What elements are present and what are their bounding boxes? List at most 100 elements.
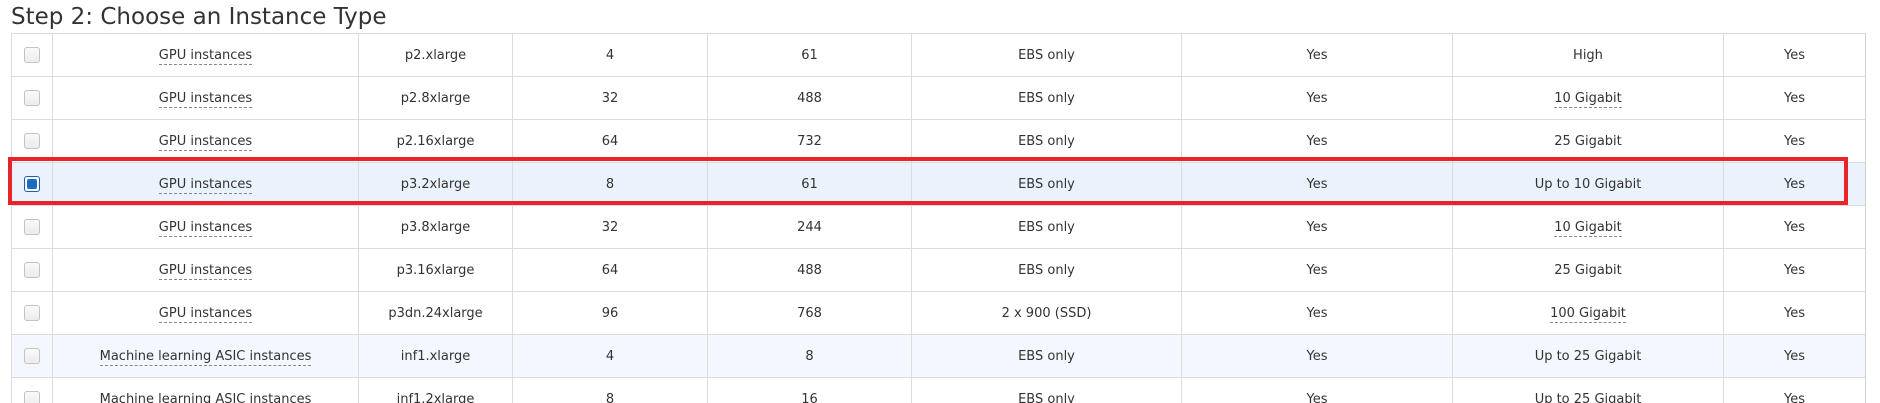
select-cell[interactable] (11, 76, 53, 120)
instance-family-link[interactable]: GPU instances (158, 47, 253, 65)
network-cell: 10 Gigabit (1452, 76, 1724, 120)
instance-type: p3.16xlarge (396, 262, 475, 278)
family-cell: GPU instances (52, 119, 359, 163)
memory-cell: 61 (707, 162, 912, 206)
storage-cell: EBS only (911, 33, 1182, 77)
table-row[interactable]: GPU instances p3dn.24xlarge 96 768 2 x 900 (… (11, 291, 1865, 335)
instance-type: inf1.2xlarge (396, 391, 475, 403)
ipv6-cell: Yes (1723, 334, 1865, 378)
row-checkbox[interactable] (24, 219, 40, 235)
instance-family-link[interactable]: GPU instances (158, 133, 253, 151)
select-cell[interactable] (11, 162, 53, 206)
type-cell: inf1.xlarge (358, 334, 513, 378)
instance-type: p2.16xlarge (396, 133, 475, 149)
type-cell: p3.2xlarge (358, 162, 513, 206)
ebs-optimized-cell: Yes (1181, 33, 1453, 77)
row-checkbox[interactable] (24, 47, 40, 63)
vcpus-value: 4 (605, 348, 615, 364)
memory-value: 768 (797, 305, 822, 321)
row-checkbox[interactable] (24, 176, 40, 192)
instance-family-link[interactable]: GPU instances (158, 219, 253, 237)
table-row[interactable]: GPU instances p2.xlarge 4 61 EBS only Yes High… (11, 33, 1865, 77)
select-cell[interactable] (11, 205, 53, 249)
type-cell: p3dn.24xlarge (358, 291, 513, 335)
ebs-optimized-value: Yes (1306, 305, 1328, 321)
storage-cell: EBS only (911, 119, 1182, 163)
type-cell: inf1.2xlarge (358, 377, 513, 403)
storage-value: EBS only (1018, 391, 1075, 403)
select-cell[interactable] (11, 119, 53, 163)
select-cell[interactable] (11, 33, 53, 77)
storage-value: EBS only (1018, 262, 1075, 278)
select-cell[interactable] (11, 377, 53, 403)
memory-cell: 488 (707, 76, 912, 120)
ipv6-support-value: Yes (1784, 219, 1805, 235)
table-row[interactable]: GPU instances p2.16xlarge 64 732 EBS only Yes… (11, 119, 1865, 163)
vcpus-value: 4 (605, 47, 615, 63)
ipv6-cell: Yes (1723, 76, 1865, 120)
vcpus-value: 8 (605, 391, 615, 403)
instance-family-link[interactable]: Machine learning ASIC instances (99, 348, 312, 366)
ebs-optimized-value: Yes (1306, 47, 1328, 63)
family-cell: GPU instances (52, 248, 359, 292)
row-checkbox[interactable] (24, 262, 40, 278)
ebs-optimized-value: Yes (1306, 219, 1328, 235)
select-cell[interactable] (11, 291, 53, 335)
memory-value: 244 (797, 219, 822, 235)
instance-type: p3.8xlarge (400, 219, 471, 235)
vcpus-value: 8 (605, 176, 615, 192)
instance-type-table-container[interactable]: GPU instances p2.xlarge 4 61 EBS only Yes High… (11, 33, 1865, 403)
vcpus-cell: 4 (512, 334, 708, 378)
network-performance-value: 25 Gigabit (1554, 262, 1622, 278)
ipv6-cell: Yes (1723, 291, 1865, 335)
table-row[interactable]: GPU instances p2.8xlarge 32 488 EBS only Yes 1… (11, 76, 1865, 120)
table-row[interactable]: Machine learning ASIC instances inf1.2xla… (11, 377, 1865, 403)
vcpus-cell: 64 (512, 248, 708, 292)
row-checkbox[interactable] (24, 90, 40, 106)
network-performance-value[interactable]: 100 Gigabit (1550, 305, 1626, 323)
instance-family-link[interactable]: GPU instances (158, 176, 253, 194)
network-performance-value[interactable]: 10 Gigabit (1554, 219, 1622, 237)
ebs-optimized-value: Yes (1306, 133, 1328, 149)
ebs-optimized-value: Yes (1306, 176, 1328, 192)
select-cell[interactable] (11, 248, 53, 292)
family-cell: GPU instances (52, 291, 359, 335)
storage-cell: EBS only (911, 377, 1182, 403)
instance-type: inf1.xlarge (400, 348, 471, 364)
ebs-optimized-cell: Yes (1181, 248, 1453, 292)
row-checkbox[interactable] (24, 348, 40, 364)
row-checkbox[interactable] (24, 305, 40, 321)
row-checkbox[interactable] (24, 133, 40, 149)
instance-family-link[interactable]: GPU instances (158, 90, 253, 108)
memory-value: 16 (801, 391, 818, 403)
type-cell: p2.16xlarge (358, 119, 513, 163)
network-cell: 100 Gigabit (1452, 291, 1724, 335)
instance-family-link[interactable]: Machine learning ASIC instances (99, 391, 312, 403)
ipv6-support-value: Yes (1784, 348, 1805, 364)
ipv6-support-value: Yes (1784, 176, 1805, 192)
type-cell: p2.xlarge (358, 33, 513, 77)
table-row[interactable]: GPU instances p3.8xlarge 32 244 EBS only Yes 1… (11, 205, 1865, 249)
memory-cell: 61 (707, 33, 912, 77)
type-cell: p3.8xlarge (358, 205, 513, 249)
memory-cell: 768 (707, 291, 912, 335)
instance-family-link[interactable]: GPU instances (158, 262, 253, 280)
memory-cell: 732 (707, 119, 912, 163)
table-row[interactable]: GPU instances p3.2xlarge 8 61 EBS only Yes Up … (11, 162, 1865, 206)
ipv6-support-value: Yes (1784, 47, 1805, 63)
instance-family-link[interactable]: GPU instances (158, 305, 253, 323)
row-checkbox[interactable] (24, 391, 40, 403)
table-row[interactable]: Machine learning ASIC instances inf1.xlar… (11, 334, 1865, 378)
ebs-optimized-cell: Yes (1181, 205, 1453, 249)
storage-value: EBS only (1018, 348, 1075, 364)
ebs-optimized-cell: Yes (1181, 334, 1453, 378)
select-cell[interactable] (11, 334, 53, 378)
network-performance-value: High (1573, 47, 1603, 63)
family-cell: GPU instances (52, 76, 359, 120)
table-row[interactable]: GPU instances p3.16xlarge 64 488 EBS only Yes… (11, 248, 1865, 292)
memory-value: 61 (801, 176, 818, 192)
instance-type-table: GPU instances p2.xlarge 4 61 EBS only Yes High… (11, 33, 1865, 403)
instance-type: p3.2xlarge (400, 176, 471, 192)
network-performance-value[interactable]: 10 Gigabit (1554, 90, 1622, 108)
storage-value: EBS only (1018, 133, 1075, 149)
